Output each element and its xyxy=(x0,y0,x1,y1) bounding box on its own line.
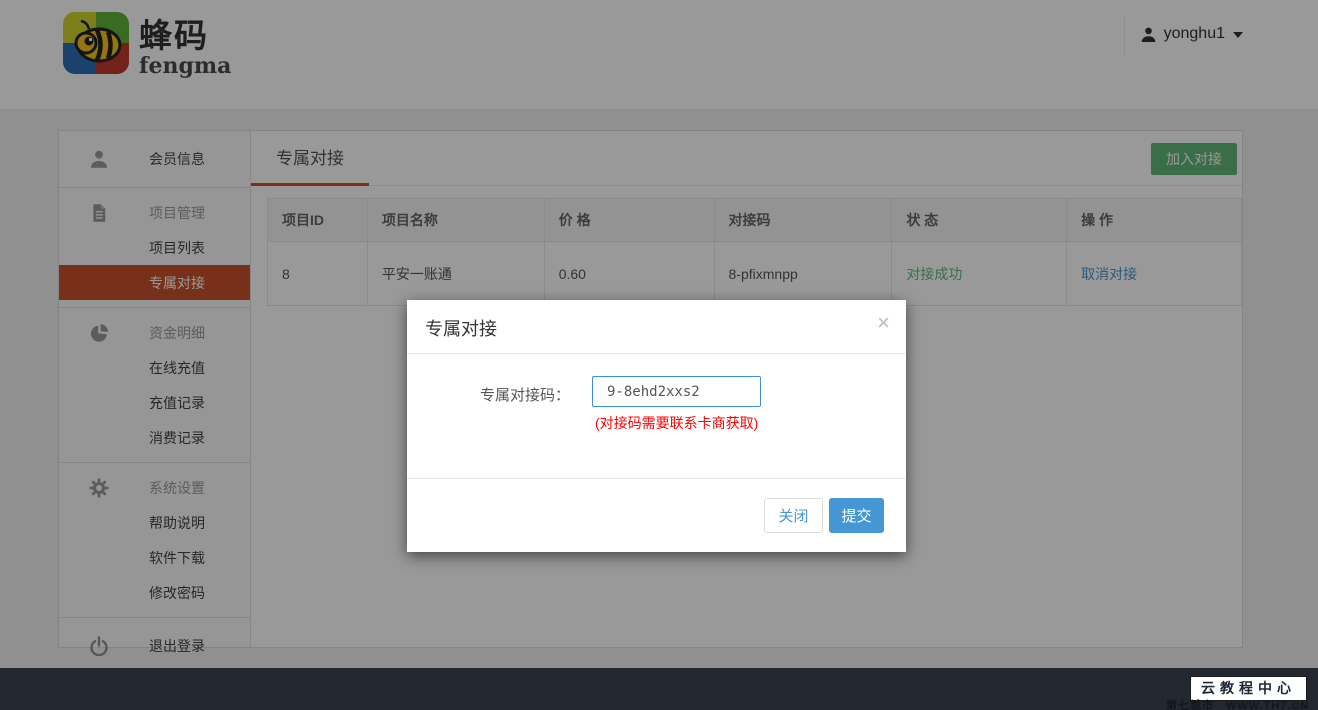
modal-header: 专属对接 × xyxy=(407,300,906,354)
modal-footer: 关闭 提交 xyxy=(407,478,906,552)
page: 蜂码 fengma yonghu1 会员信息 xyxy=(0,0,1318,710)
close-button[interactable]: 关闭 xyxy=(764,498,823,533)
docking-code-input[interactable] xyxy=(592,376,761,407)
exclusive-docking-modal: 专属对接 × 专属对接码： (对接码需要联系卡商获取) 关闭 提交 xyxy=(407,300,906,552)
modal-title: 专属对接 xyxy=(425,315,497,341)
docking-code-note: (对接码需要联系卡商获取) xyxy=(595,413,758,433)
watermark-text: 第七城市 WWW.TH7.CN xyxy=(1166,697,1309,710)
close-icon[interactable]: × xyxy=(877,312,890,334)
modal-body: 专属对接码： (对接码需要联系卡商获取) xyxy=(407,354,906,478)
submit-button[interactable]: 提交 xyxy=(829,498,884,533)
docking-code-label: 专属对接码： xyxy=(480,384,570,405)
